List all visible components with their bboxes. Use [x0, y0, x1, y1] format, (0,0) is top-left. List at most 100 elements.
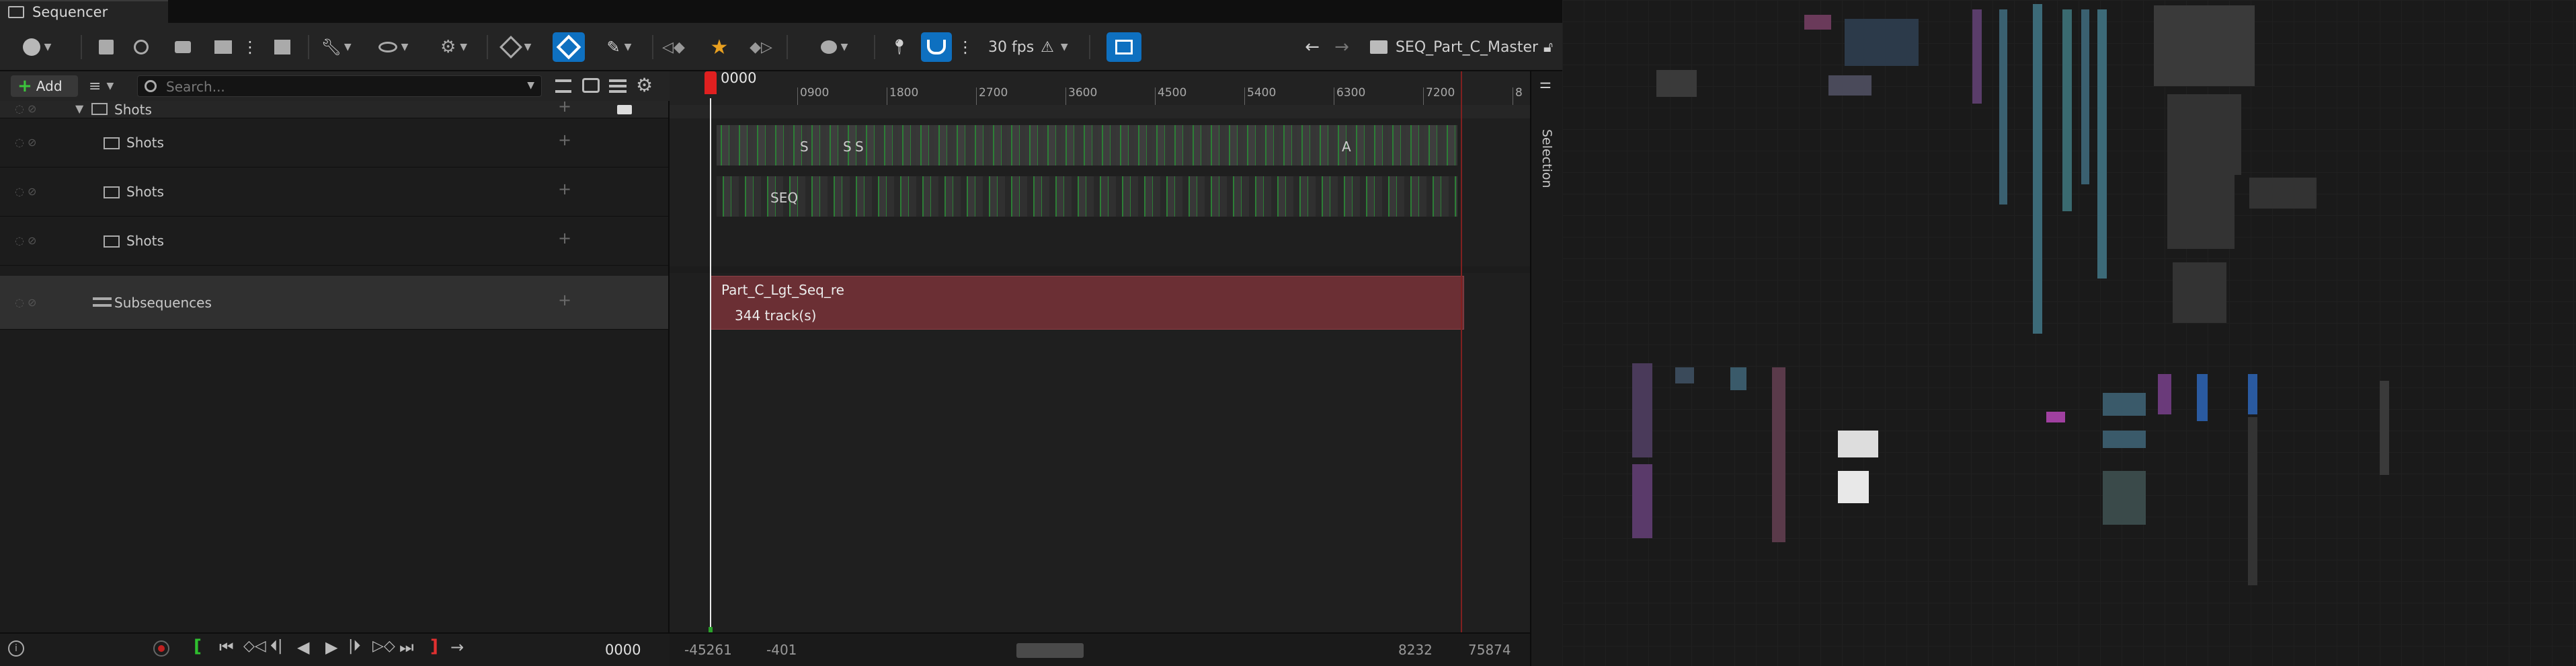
play-reverse-button[interactable]: ◀ — [297, 638, 309, 657]
framerate-dropdown[interactable]: 30 fps ⚠ ▼ — [988, 32, 1076, 62]
step-back-button[interactable]: ⏴| — [270, 638, 282, 655]
visibility-icon[interactable]: ◌ ⊘ — [15, 296, 36, 309]
add-key-plus-icon[interactable]: + — [558, 291, 571, 309]
graph-node[interactable] — [2046, 412, 2065, 422]
add-track-button[interactable]: + Add — [11, 75, 78, 97]
node-graph-viewport[interactable] — [1562, 0, 2576, 666]
go-to-end-button[interactable]: ⏭ — [399, 638, 414, 657]
find-asset-button[interactable] — [129, 32, 153, 62]
playback-options-button[interactable]: ⚙ ▼ — [430, 32, 477, 62]
track-row-shots[interactable]: ◌ ⊘ Shots + — [0, 118, 668, 168]
graph-node[interactable] — [2033, 4, 2042, 334]
more-options-button[interactable]: ⋮ — [242, 32, 258, 62]
graph-node[interactable] — [2380, 381, 2389, 475]
graph-node[interactable] — [2103, 471, 2146, 525]
graph-node[interactable] — [2158, 374, 2171, 414]
sliders-icon[interactable]: ⚌ — [1539, 75, 1552, 91]
actions-menu-button[interactable]: 🔧︎ ▼ — [315, 32, 358, 62]
subsequence-section[interactable]: Part_C_Lgt_Seq_re 344 track(s) — [710, 276, 1464, 330]
camera-cut-icon[interactable] — [617, 105, 632, 114]
graph-node[interactable] — [2103, 431, 2146, 448]
snap-button[interactable] — [921, 32, 952, 62]
graph-node[interactable] — [2062, 9, 2072, 211]
graph-node[interactable] — [1675, 367, 1694, 383]
next-key-button[interactable]: ◆▷ — [748, 32, 774, 62]
step-forward-button[interactable]: |⏵ — [348, 638, 360, 655]
record-button[interactable] — [153, 640, 169, 657]
graph-node[interactable] — [1838, 471, 1869, 503]
sequence-breadcrumb[interactable]: SEQ_Part_C_Master — [1370, 32, 1545, 62]
track-row-shots[interactable]: ◌ ⊘ Shots + — [0, 217, 668, 266]
forward-button[interactable]: → — [1330, 32, 1354, 62]
set-end-button[interactable]: ] — [430, 636, 438, 657]
hierarchy-button[interactable] — [269, 32, 296, 62]
graph-node[interactable] — [2081, 9, 2089, 184]
tab-sequencer[interactable]: Sequencer — [0, 0, 168, 23]
expand-arrow-icon[interactable]: ▼ — [75, 102, 83, 115]
expand-all-button[interactable] — [582, 78, 600, 93]
graph-node[interactable] — [1656, 70, 1697, 97]
auto-key-button[interactable] — [553, 32, 585, 62]
add-key-plus-icon[interactable]: + — [558, 180, 571, 198]
view-end-value[interactable]: 75874 — [1468, 642, 1511, 658]
graph-node[interactable] — [1828, 75, 1871, 96]
graph-node[interactable] — [1972, 9, 1982, 104]
graph-node[interactable] — [2167, 175, 2235, 249]
world-menu-button[interactable]: ▼ — [13, 32, 61, 62]
shot-section-row-2[interactable] — [717, 176, 1457, 217]
render-movie-button[interactable] — [210, 32, 237, 62]
play-start-value[interactable]: -401 — [766, 642, 797, 658]
timeline-scrollbar[interactable] — [1016, 643, 1084, 658]
list-view-button[interactable] — [609, 79, 627, 93]
current-frame-field[interactable]: 0000 — [605, 642, 641, 658]
graph-node[interactable] — [2248, 417, 2257, 585]
add-key-plus-icon[interactable]: + — [558, 97, 571, 116]
track-row-shots-parent[interactable]: ◌ ⊘ ▼ Shots + — [0, 97, 668, 118]
playhead-handle[interactable] — [705, 71, 717, 94]
graph-node[interactable] — [1999, 9, 2007, 205]
graph-node[interactable] — [1772, 367, 1785, 542]
go-to-start-button[interactable]: ⏮ — [219, 638, 234, 657]
view-start-value[interactable]: -45261 — [684, 642, 732, 658]
loop-button[interactable]: → — [450, 638, 464, 657]
graph-node[interactable] — [2154, 5, 2255, 86]
timeline-area[interactable]: 0000 0900 1800 2700 3600 4500 5400 6300 … — [670, 70, 1530, 666]
graph-node[interactable] — [2173, 262, 2226, 323]
playback-end-line[interactable] — [1461, 71, 1462, 632]
filter-button[interactable]: ≡ ▼ — [89, 77, 130, 96]
previous-key-button[interactable]: ◇◁ — [243, 638, 266, 655]
graph-node[interactable] — [2248, 374, 2257, 414]
back-button[interactable]: ← — [1300, 32, 1324, 62]
play-end-value[interactable]: 8232 — [1398, 642, 1433, 658]
save-button[interactable] — [94, 32, 118, 62]
settings-button[interactable]: ⚙ — [636, 74, 656, 97]
view-options-button[interactable]: ▼ — [371, 32, 415, 62]
track-row-subsequences[interactable]: ◌ ⊘ Subsequences + — [0, 276, 668, 330]
visibility-icon[interactable]: ◌ ⊘ — [15, 102, 36, 115]
lock-button[interactable]: 🔓︎ — [1539, 32, 1557, 62]
playback-start-marker[interactable] — [709, 627, 713, 632]
add-key-button[interactable]: ★ — [706, 32, 733, 62]
visibility-icon[interactable]: ◌ ⊘ — [15, 234, 36, 247]
next-key-button[interactable]: ▷◇ — [372, 638, 395, 655]
graph-node[interactable] — [2103, 393, 2146, 416]
visibility-icon[interactable]: ◌ ⊘ — [15, 136, 36, 149]
graph-node[interactable] — [1632, 363, 1652, 457]
graph-node[interactable] — [2097, 9, 2107, 279]
edit-tools-button[interactable]: ✎ ▼ — [596, 32, 643, 62]
info-icon[interactable]: i — [8, 640, 24, 657]
comment-options-button[interactable]: ▼ — [811, 32, 858, 62]
visibility-icon[interactable]: ◌ ⊘ — [15, 185, 36, 198]
collapse-all-button[interactable] — [555, 79, 571, 93]
graph-node[interactable] — [2249, 178, 2317, 209]
graph-node[interactable] — [2197, 374, 2208, 421]
set-start-button[interactable]: [ — [194, 636, 202, 657]
graph-node[interactable] — [1845, 19, 1919, 66]
time-ruler[interactable]: 0000 0900 1800 2700 3600 4500 5400 6300 … — [670, 70, 1530, 106]
search-input[interactable]: Search... — [166, 79, 225, 95]
graph-node[interactable] — [1730, 367, 1746, 390]
search-box[interactable]: Search... ▼ — [137, 75, 542, 97]
marker-button[interactable]: 📍︎ — [887, 32, 912, 62]
snap-options-button[interactable]: ⋮ — [957, 32, 973, 62]
add-key-plus-icon[interactable]: + — [558, 229, 571, 248]
